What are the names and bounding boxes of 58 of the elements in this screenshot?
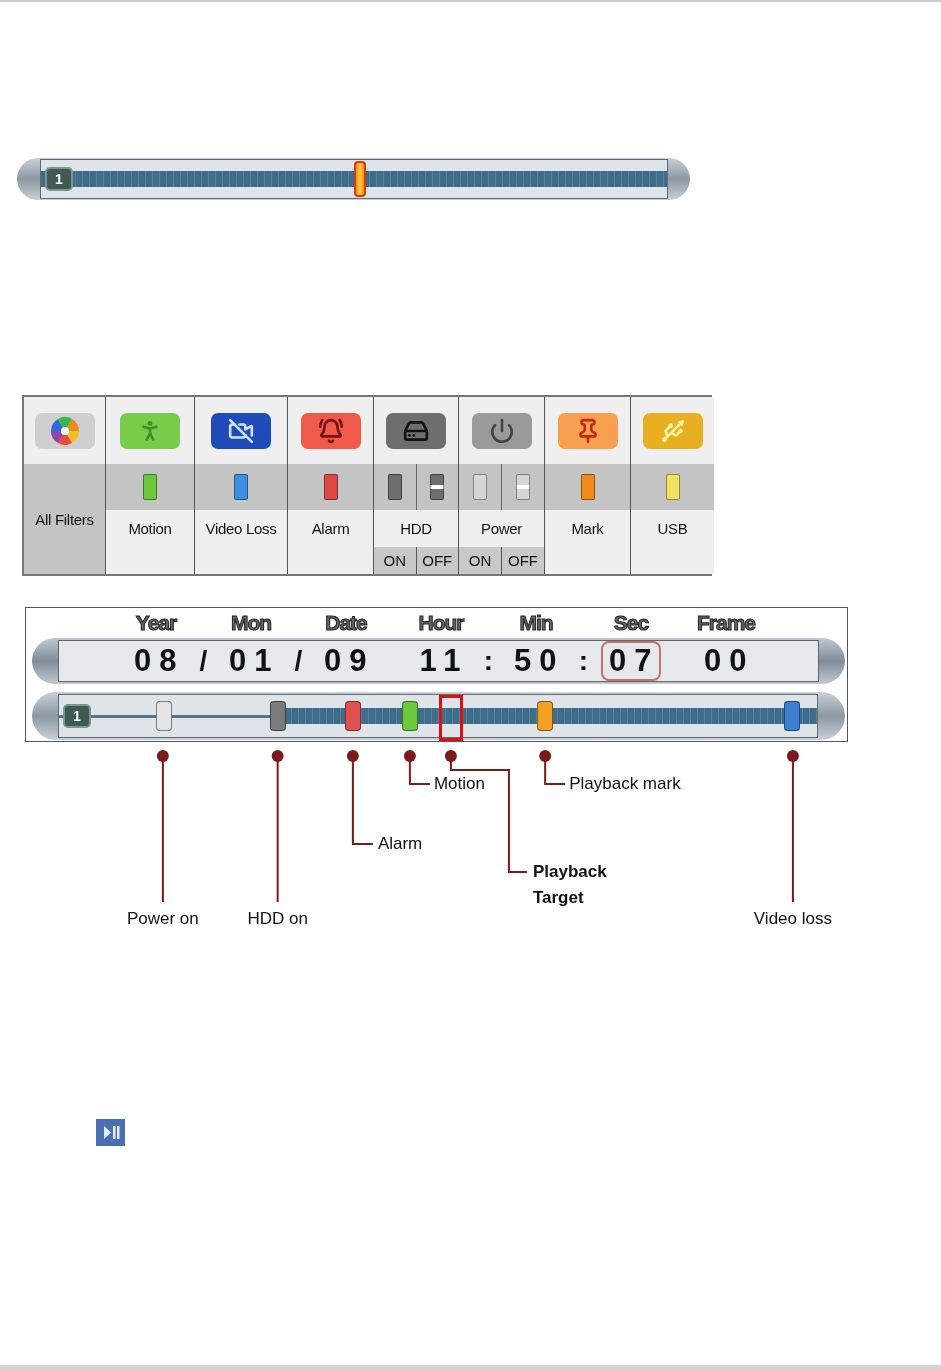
field-label: Sec xyxy=(612,611,650,635)
event-marker[interactable] xyxy=(155,701,172,731)
pin-icon[interactable] xyxy=(557,412,618,449)
separator: / xyxy=(198,645,209,677)
time-value[interactable]: 01 xyxy=(221,641,281,681)
callout-label: Playback Target xyxy=(532,861,608,909)
color-wheel-icon[interactable] xyxy=(34,412,95,449)
time-value[interactable]: 09 xyxy=(316,641,376,681)
toggle-button[interactable]: OFF xyxy=(501,547,544,574)
filter-label: Video Loss xyxy=(205,520,277,537)
channel-badge: 1 xyxy=(63,704,91,728)
event-marker[interactable] xyxy=(345,701,362,731)
play-pause-icon xyxy=(96,1119,125,1146)
drive-icon[interactable] xyxy=(386,412,446,449)
callout-label: Playback mark xyxy=(569,773,681,795)
filter-label: Alarm xyxy=(311,520,350,537)
toggle-button[interactable]: OFF xyxy=(415,547,458,574)
filter-label: Power xyxy=(481,520,522,537)
timeline-track[interactable]: 1 xyxy=(58,694,818,738)
camera-off-icon[interactable] xyxy=(211,412,271,449)
filter-label: USB xyxy=(657,520,688,537)
person-icon[interactable] xyxy=(120,412,180,449)
time-value[interactable]: 00 xyxy=(696,641,756,681)
leader-line xyxy=(403,750,431,785)
field-label: Frame xyxy=(696,611,756,635)
event-marker[interactable] xyxy=(270,701,287,731)
power-icon[interactable] xyxy=(471,412,532,449)
toggle-button[interactable]: ON xyxy=(459,547,501,574)
separator: : xyxy=(482,645,495,677)
time-value[interactable]: 11 xyxy=(411,641,471,681)
filter-label: Mark xyxy=(571,520,604,537)
field-label: Min xyxy=(518,611,554,635)
separator: / xyxy=(293,645,304,677)
leader-line xyxy=(539,750,567,785)
playhead[interactable] xyxy=(354,161,367,197)
event-marker[interactable] xyxy=(536,701,553,731)
event-marker[interactable] xyxy=(401,701,418,731)
field-label: Mon xyxy=(229,611,273,635)
field-label: Hour xyxy=(417,611,465,635)
field-label: Year xyxy=(134,611,178,635)
timeline-track[interactable]: 1 xyxy=(40,159,668,199)
callout-label: Video loss xyxy=(753,908,832,930)
callout-label: HDD on xyxy=(247,908,308,930)
toggle-button[interactable]: ON xyxy=(374,547,416,574)
time-value[interactable]: 08 xyxy=(126,641,186,681)
time-value[interactable]: 07 xyxy=(601,641,661,681)
separator: : xyxy=(577,645,590,677)
callout-label: Power on xyxy=(126,908,199,930)
channel-badge: 1 xyxy=(45,167,73,191)
callout-label: Alarm xyxy=(377,833,423,855)
event-marker[interactable] xyxy=(784,701,800,731)
field-label: Date xyxy=(324,611,368,635)
filter-label: Motion xyxy=(128,520,172,537)
bell-icon[interactable] xyxy=(300,412,361,449)
callout-label: Motion xyxy=(433,773,485,795)
filter-label: All Filters xyxy=(35,510,94,528)
time-value[interactable]: 50 xyxy=(506,641,566,681)
filter-label: HDD xyxy=(400,520,432,537)
